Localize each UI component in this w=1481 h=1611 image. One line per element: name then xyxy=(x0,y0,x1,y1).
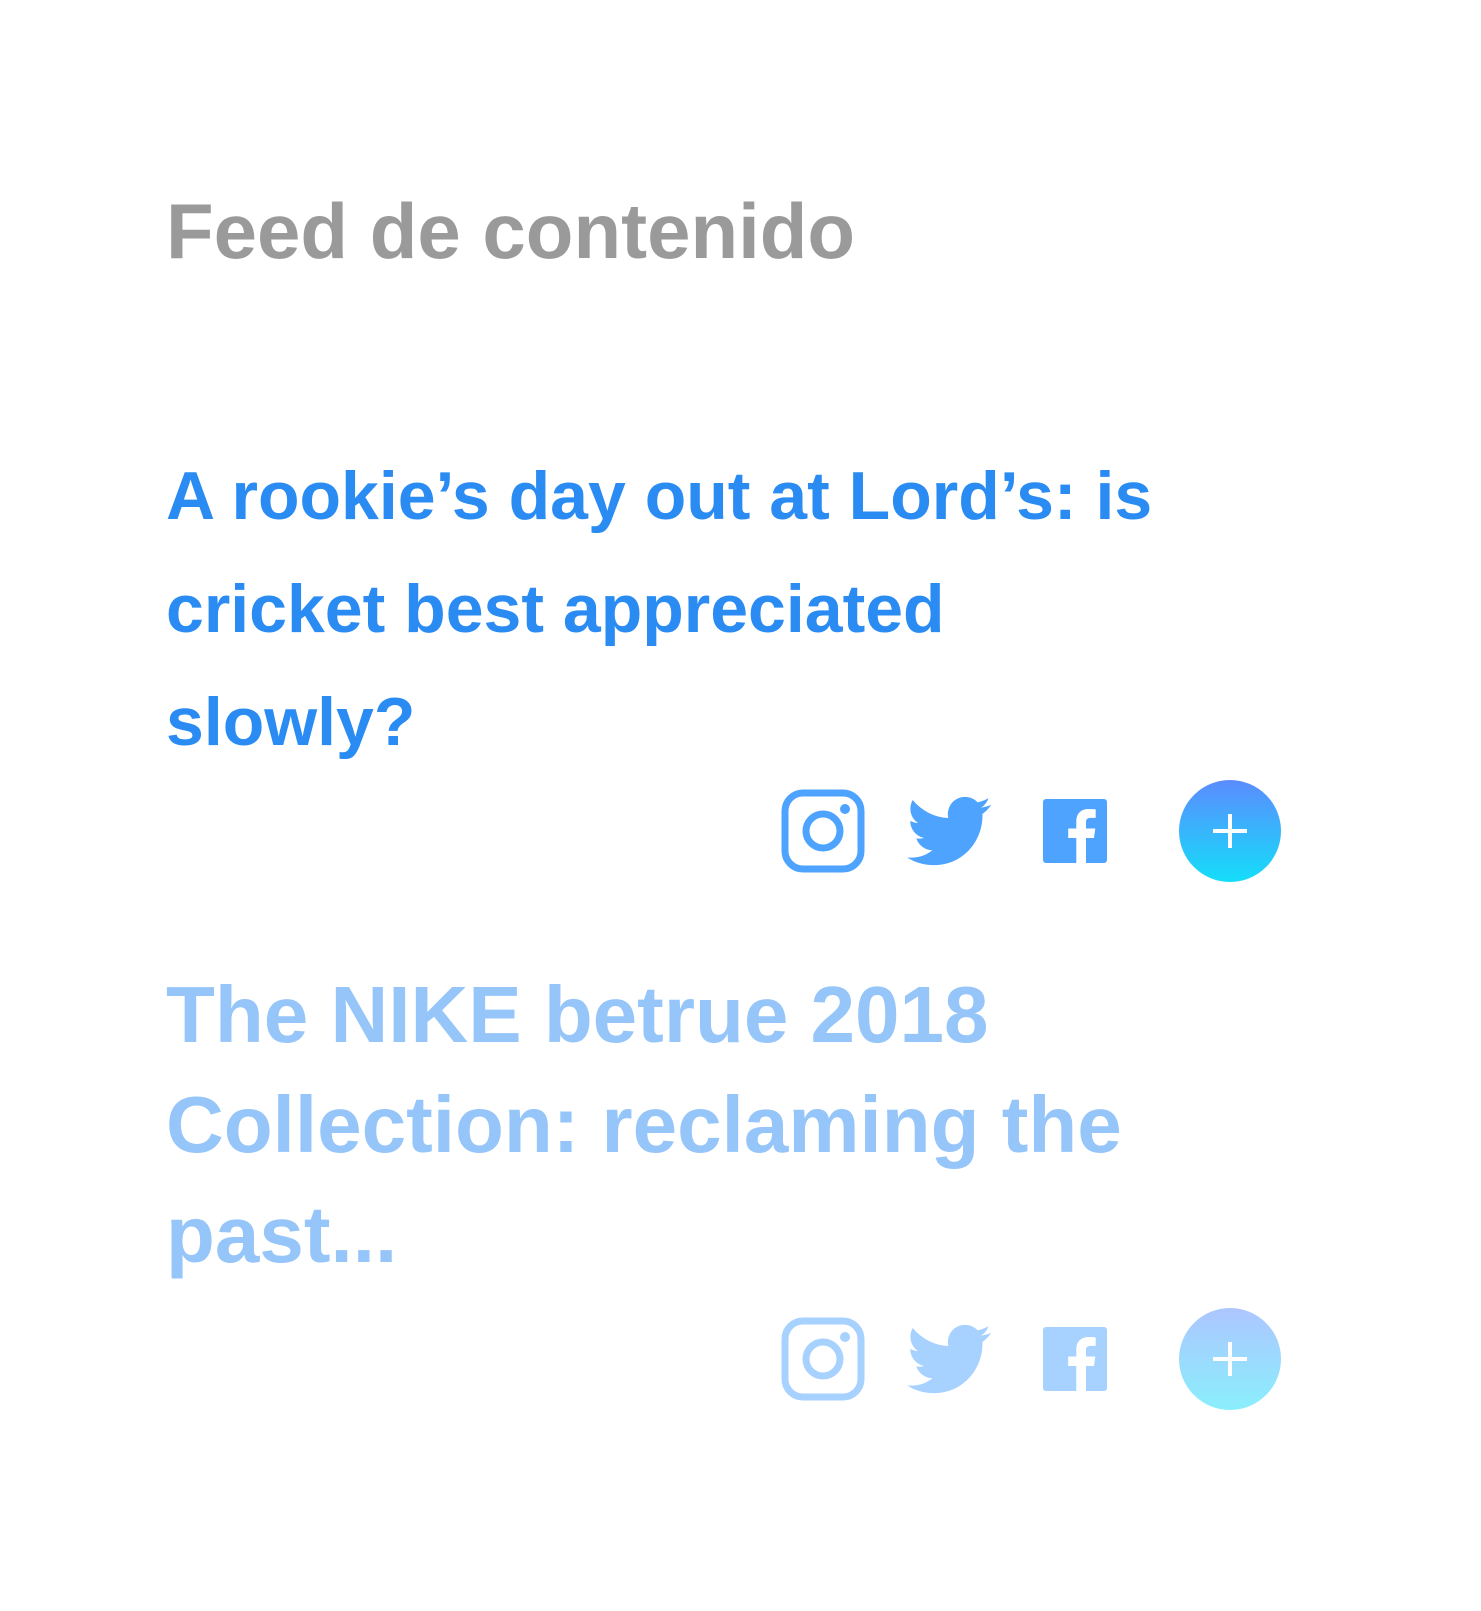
twitter-icon[interactable] xyxy=(907,789,991,873)
page-title: Feed de contenido xyxy=(166,187,856,275)
feed-item[interactable]: The NIKE betrue 2018 Collection: reclami… xyxy=(166,960,1286,1410)
article-headline[interactable]: A rookie’s day out at Lord’s: is cricket… xyxy=(166,440,1206,779)
plus-icon xyxy=(1213,814,1247,848)
feed-item[interactable]: A rookie’s day out at Lord’s: is cricket… xyxy=(166,440,1286,882)
instagram-icon[interactable] xyxy=(781,789,865,873)
instagram-icon[interactable] xyxy=(781,1317,865,1401)
share-actions xyxy=(781,779,1281,883)
article-headline[interactable]: The NIKE betrue 2018 Collection: reclami… xyxy=(166,960,1206,1290)
add-button[interactable] xyxy=(1179,1308,1281,1410)
add-button[interactable] xyxy=(1179,780,1281,882)
facebook-icon[interactable] xyxy=(1033,1317,1117,1401)
facebook-icon[interactable] xyxy=(1033,789,1117,873)
share-actions xyxy=(781,1307,1281,1411)
plus-icon xyxy=(1213,1342,1247,1376)
twitter-icon[interactable] xyxy=(907,1317,991,1401)
